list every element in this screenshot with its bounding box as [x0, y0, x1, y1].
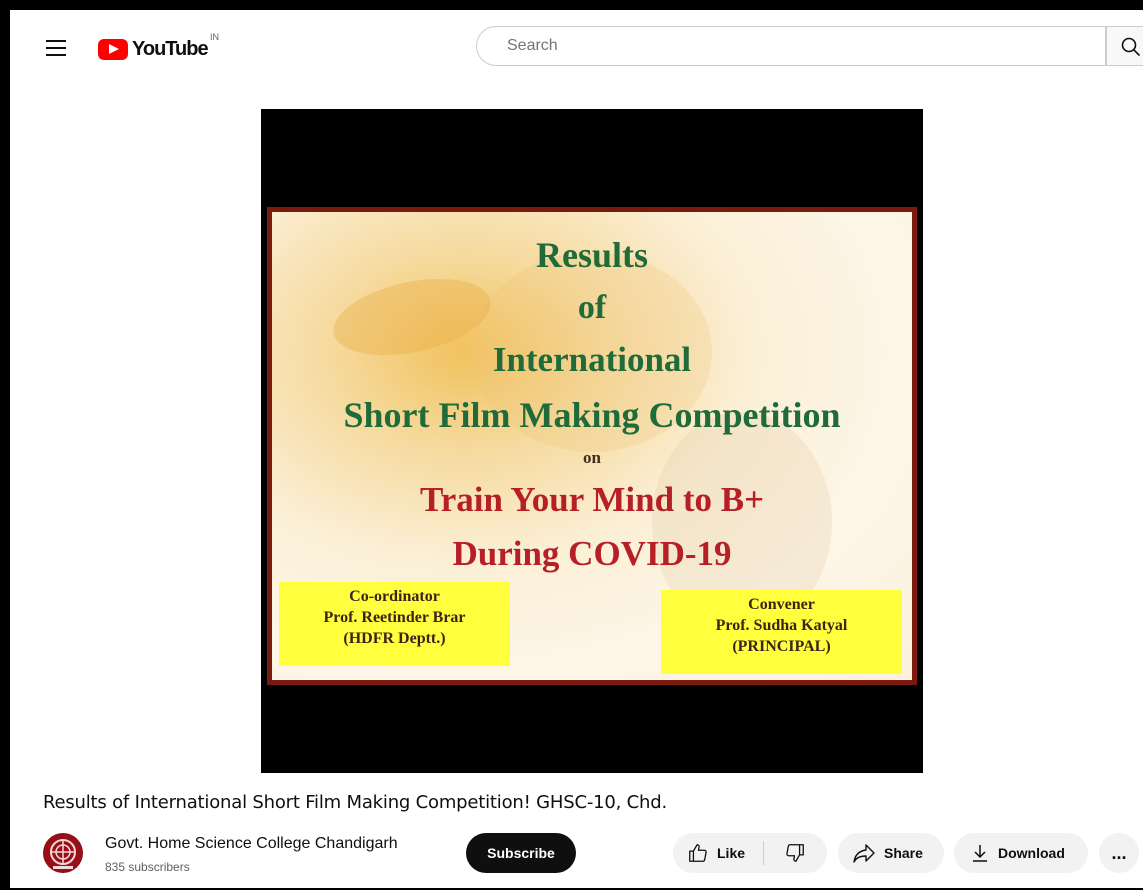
slide-line-competition: Short Film Making Competition [343, 395, 841, 435]
search-button[interactable] [1106, 26, 1143, 66]
youtube-watch-page: YouTube IN Search Results of Internation… [10, 10, 1143, 888]
thumbs-down-icon [786, 844, 804, 862]
download-label: Download [998, 845, 1065, 861]
coordinator-name: Prof. Reetinder Brar [323, 609, 466, 626]
search-input[interactable]: Search [476, 26, 1106, 66]
thumbs-up-icon [689, 844, 707, 862]
subscriber-count: 835 subscribers [105, 860, 190, 874]
slide-line-results: Results [535, 235, 648, 275]
share-icon [853, 844, 875, 863]
download-button[interactable]: Download [954, 833, 1088, 873]
search-placeholder: Search [507, 37, 558, 54]
like-button[interactable]: Like [673, 833, 763, 873]
slide-line-international: International [492, 340, 692, 379]
coordinator-role: Co-ordinator [349, 588, 440, 605]
download-icon [973, 845, 987, 862]
video-title: Results of International Short Film Maki… [43, 792, 667, 813]
youtube-logo[interactable]: YouTube IN [98, 32, 219, 60]
convener-name: Prof. Sudha Katyal [715, 617, 848, 634]
search-icon [1121, 37, 1141, 57]
slide-line-of: of [577, 289, 607, 326]
video-frame-slide: Results of International Short Film Maki… [267, 207, 917, 685]
like-label: Like [717, 845, 746, 861]
college-emblem-icon [44, 834, 82, 872]
video-player[interactable]: Results of International Short Film Maki… [261, 109, 923, 773]
convener-role: Convener [748, 596, 815, 613]
slide-line-on: on [583, 448, 601, 467]
convener-dept: (PRINCIPAL) [732, 638, 831, 655]
subscribe-button[interactable]: Subscribe [466, 833, 576, 873]
country-code: IN [210, 32, 219, 42]
more-icon: ... [1111, 842, 1127, 863]
like-dislike-group: Like [673, 833, 827, 873]
logo-wordmark: YouTube [132, 37, 209, 60]
slide-line-theme: Train Your Mind to B+ [419, 480, 765, 519]
channel-avatar[interactable] [43, 833, 83, 873]
play-logo-icon [98, 38, 128, 60]
convener-box: Convener Prof. Sudha Katyal (PRINCIPAL) [661, 590, 902, 674]
coordinator-box: Co-ordinator Prof. Reetinder Brar (HDFR … [279, 582, 510, 666]
menu-icon[interactable] [46, 40, 66, 56]
dislike-button[interactable] [764, 833, 826, 873]
coordinator-dept: (HDFR Deptt.) [343, 630, 446, 647]
channel-name[interactable]: Govt. Home Science College Chandigarh [105, 835, 398, 853]
share-label: Share [884, 845, 923, 861]
more-actions-button[interactable]: ... [1099, 833, 1139, 873]
share-button[interactable]: Share [838, 833, 944, 873]
slide-line-covid: During COVID-19 [452, 534, 732, 573]
